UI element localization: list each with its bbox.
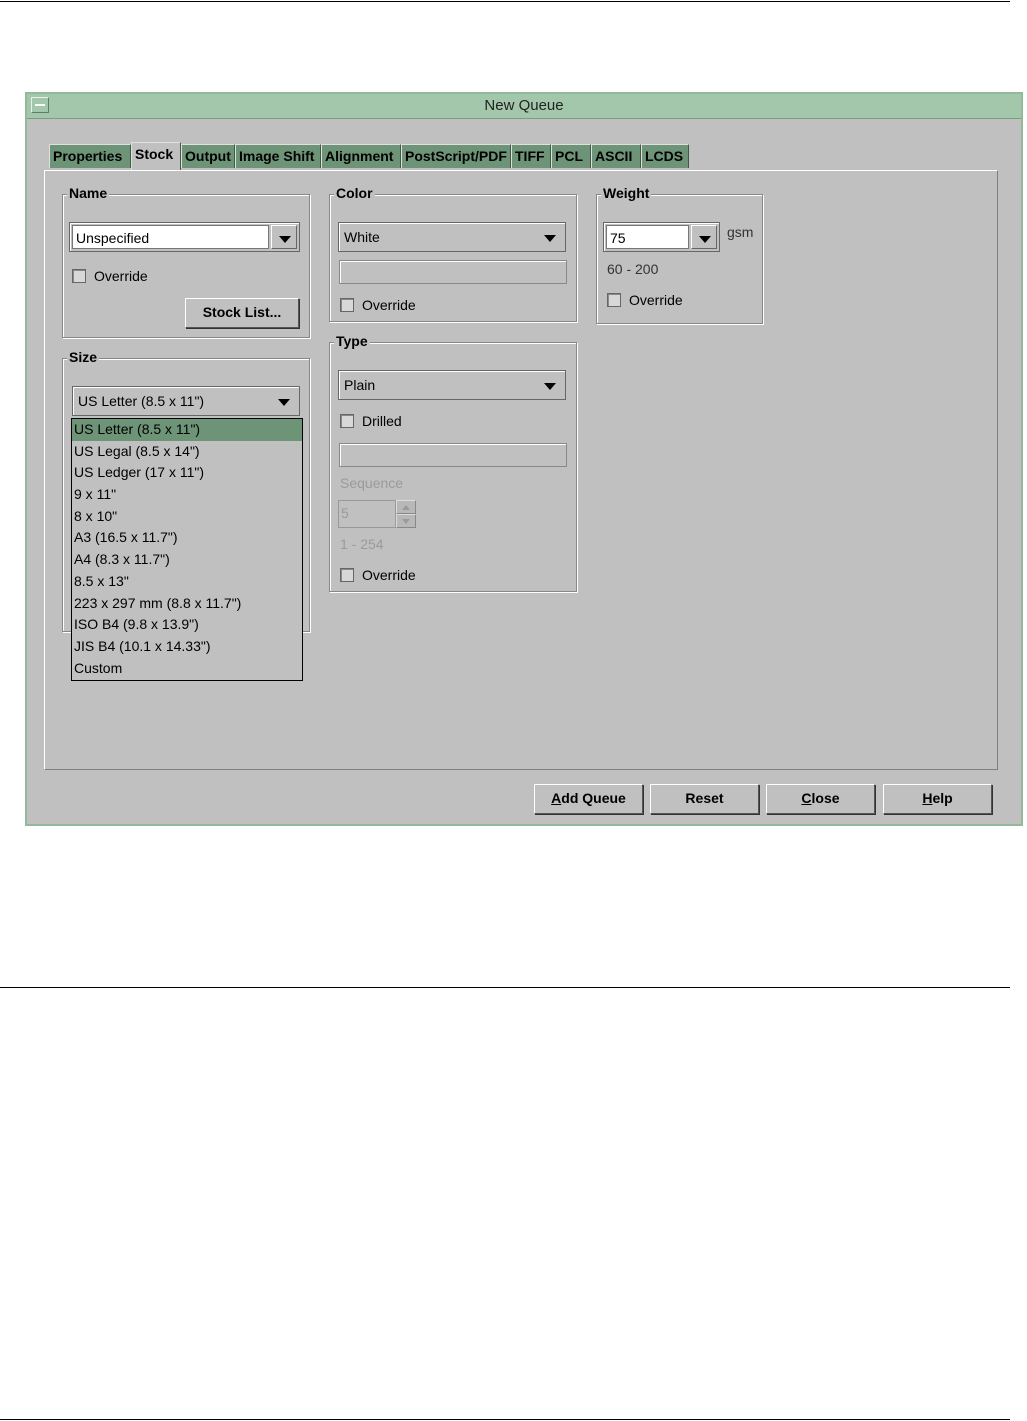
color-override-label: Override — [362, 297, 416, 313]
sequence-range: 1 - 254 — [340, 536, 384, 552]
size-option[interactable]: JIS B4 (10.1 x 14.33") — [72, 636, 302, 658]
chevron-down-icon[interactable] — [271, 225, 297, 249]
tab-ascii[interactable]: ASCII — [591, 144, 641, 168]
tab-postscript-pdf[interactable]: PostScript/PDF — [401, 144, 511, 168]
weight-combo-value[interactable]: 75 — [606, 225, 689, 249]
page-mid-rule — [0, 987, 1010, 988]
chevron-down-icon[interactable] — [537, 373, 563, 397]
name-legend: Name — [67, 185, 110, 201]
window-title: New Queue — [484, 97, 564, 114]
weight-override-checkbox[interactable]: Override — [607, 292, 683, 308]
type-combo[interactable]: Plain — [338, 370, 566, 400]
color-override-checkbox[interactable]: Override — [340, 297, 416, 313]
weight-range: 60 - 200 — [607, 261, 659, 277]
title-bar[interactable]: New Queue — [27, 94, 1021, 119]
color-combo-value[interactable]: White — [341, 225, 535, 249]
size-option[interactable]: 223 x 297 mm (8.8 x 11.7") — [72, 593, 302, 615]
chevron-down-icon[interactable] — [271, 389, 297, 413]
drilled-checkbox[interactable]: Drilled — [340, 413, 402, 429]
size-option[interactable]: 9 x 11" — [72, 484, 302, 506]
checkbox-icon[interactable] — [607, 293, 621, 307]
chevron-down-icon[interactable] — [537, 225, 563, 249]
name-combo-value[interactable]: Unspecified — [72, 225, 269, 249]
weight-legend: Weight — [601, 185, 652, 201]
tab-image-shift[interactable]: Image Shift — [235, 144, 321, 168]
page-top-rule — [0, 1, 1010, 2]
spinner-down-icon — [396, 514, 416, 528]
size-legend: Size — [67, 349, 100, 365]
checkbox-icon[interactable] — [340, 414, 354, 428]
tab-properties[interactable]: Properties — [49, 144, 131, 168]
chevron-down-icon[interactable] — [691, 225, 717, 249]
help-button[interactable]: Help — [883, 784, 992, 814]
tab-lcds[interactable]: LCDS — [641, 144, 689, 168]
close-label: lose — [811, 790, 840, 806]
add-queue-mnemonic: A — [551, 790, 562, 806]
tab-pcl[interactable]: PCL — [551, 144, 591, 168]
size-option[interactable]: A3 (16.5 x 11.7") — [72, 527, 302, 549]
help-mnemonic: H — [922, 790, 933, 806]
size-option[interactable]: US Letter (8.5 x 11") — [72, 419, 302, 441]
type-override-checkbox[interactable]: Override — [340, 567, 416, 583]
checkbox-icon[interactable] — [340, 298, 354, 312]
tab-stock[interactable]: Stock — [131, 142, 181, 170]
color-combo[interactable]: White — [338, 222, 566, 252]
size-option[interactable]: US Legal (8.5 x 14") — [72, 441, 302, 463]
sequence-spinner: 5 — [338, 500, 416, 528]
size-option[interactable]: A4 (8.3 x 11.7") — [72, 549, 302, 571]
size-option[interactable]: US Ledger (17 x 11") — [72, 462, 302, 484]
sequence-label: Sequence — [340, 475, 404, 491]
name-override-checkbox[interactable]: Override — [72, 268, 148, 284]
color-custom-field — [339, 260, 567, 284]
size-combo-value[interactable]: US Letter (8.5 x 11") — [75, 389, 269, 413]
spinner-up-icon — [396, 500, 416, 514]
size-option[interactable]: 8 x 10" — [72, 506, 302, 528]
type-legend: Type — [334, 333, 370, 349]
type-combo-value[interactable]: Plain — [341, 373, 535, 397]
stock-list-button[interactable]: Stock List... — [185, 298, 299, 328]
checkbox-icon[interactable] — [72, 269, 86, 283]
size-option[interactable]: ISO B4 (9.8 x 13.9") — [72, 614, 302, 636]
weight-unit: gsm — [727, 224, 754, 240]
tab-tiff[interactable]: TIFF — [511, 144, 551, 168]
weight-combo[interactable]: 75 — [603, 222, 720, 252]
checkbox-icon[interactable] — [340, 568, 354, 582]
close-mnemonic: C — [801, 790, 812, 806]
sequence-value: 5 — [338, 500, 396, 528]
size-combo[interactable]: US Letter (8.5 x 11") — [72, 386, 300, 416]
type-override-label: Override — [362, 567, 416, 583]
weight-override-label: Override — [629, 292, 683, 308]
size-option[interactable]: 8.5 x 13" — [72, 571, 302, 593]
size-option[interactable]: Custom — [72, 658, 302, 680]
help-label: elp — [932, 790, 953, 806]
size-dropdown-list[interactable]: US Letter (8.5 x 11") US Legal (8.5 x 14… — [71, 418, 303, 681]
tab-output[interactable]: Output — [181, 144, 235, 168]
add-queue-button[interactable]: Add Queue — [534, 784, 643, 814]
name-combo[interactable]: Unspecified — [69, 222, 300, 252]
name-override-label: Override — [94, 268, 148, 284]
color-legend: Color — [334, 185, 375, 201]
close-button[interactable]: Close — [766, 784, 875, 814]
drilled-label: Drilled — [362, 413, 402, 429]
page-bottom-rule — [0, 1419, 1010, 1420]
reset-button[interactable]: Reset — [650, 784, 759, 814]
tab-alignment[interactable]: Alignment — [321, 144, 401, 168]
add-queue-label: dd Queue — [561, 790, 626, 806]
drilled-field — [339, 443, 567, 467]
